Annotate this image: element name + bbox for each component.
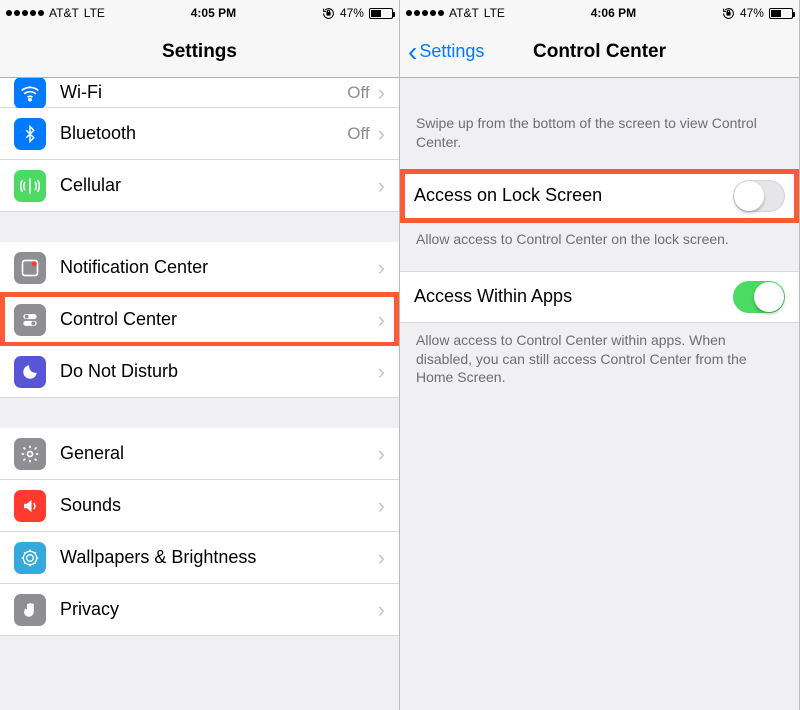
row-control-center[interactable]: Control Center › <box>0 294 399 346</box>
row-label: Bluetooth <box>60 123 347 144</box>
hand-icon <box>14 594 46 626</box>
battery-percent-label: 47% <box>740 6 764 20</box>
toggle-access-within-apps[interactable] <box>733 281 785 313</box>
row-bluetooth[interactable]: Bluetooth Off › <box>0 108 399 160</box>
apps-footer-text: Allow access to Control Center within ap… <box>400 323 799 396</box>
status-bar: AT&T LTE 4:06 PM 47% <box>400 0 799 26</box>
control-center-settings: Swipe up from the bottom of the screen t… <box>400 78 799 710</box>
clock-label: 4:06 PM <box>591 6 636 20</box>
back-label: Settings <box>419 41 484 62</box>
row-label: Control Center <box>60 309 378 330</box>
nav-bar: ‹ Settings Control Center <box>400 26 799 78</box>
row-label: Access on Lock Screen <box>414 185 733 206</box>
row-label: Wallpapers & Brightness <box>60 547 378 568</box>
battery-percent-label: 47% <box>340 6 364 20</box>
chevron-right-icon: › <box>378 597 385 623</box>
network-label: LTE <box>84 6 105 20</box>
row-general[interactable]: General › <box>0 428 399 480</box>
chevron-right-icon: › <box>378 441 385 467</box>
battery-icon <box>369 8 393 19</box>
row-sounds[interactable]: Sounds › <box>0 480 399 532</box>
chevron-right-icon: › <box>378 493 385 519</box>
row-label: Cellular <box>60 175 378 196</box>
row-value: Off <box>347 83 369 103</box>
control-center-screen: AT&T LTE 4:06 PM 47% ‹ Settings Control … <box>400 0 800 710</box>
carrier-label: AT&T <box>49 6 79 20</box>
row-do-not-disturb[interactable]: Do Not Disturb › <box>0 346 399 398</box>
chevron-right-icon: › <box>378 545 385 571</box>
brightness-icon <box>14 542 46 574</box>
row-label: Do Not Disturb <box>60 361 378 382</box>
chevron-left-icon: ‹ <box>408 38 417 66</box>
bluetooth-icon <box>14 118 46 150</box>
cellular-icon <box>14 170 46 202</box>
signal-strength-icon <box>6 10 44 16</box>
row-access-lock-screen[interactable]: Access on Lock Screen <box>400 170 799 222</box>
back-button[interactable]: ‹ Settings <box>408 38 484 66</box>
battery-icon <box>769 8 793 19</box>
orientation-lock-icon <box>722 7 735 20</box>
notification-center-icon <box>14 252 46 284</box>
page-title: Settings <box>162 41 237 63</box>
row-value: Off <box>347 124 369 144</box>
row-label: Wi-Fi <box>60 82 347 103</box>
row-label: General <box>60 443 378 464</box>
row-label: Access Within Apps <box>414 286 733 307</box>
wifi-icon <box>14 78 46 109</box>
row-wallpapers-brightness[interactable]: Wallpapers & Brightness › <box>0 532 399 584</box>
row-label: Sounds <box>60 495 378 516</box>
carrier-label: AT&T <box>449 6 479 20</box>
control-center-icon <box>14 304 46 336</box>
network-label: LTE <box>484 6 505 20</box>
gear-icon <box>14 438 46 470</box>
chevron-right-icon: › <box>378 121 385 147</box>
signal-strength-icon <box>406 10 444 16</box>
row-label: Privacy <box>60 599 378 620</box>
toggle-access-lock-screen[interactable] <box>733 180 785 212</box>
intro-text: Swipe up from the bottom of the screen t… <box>400 78 799 170</box>
chevron-right-icon: › <box>378 80 385 106</box>
row-privacy[interactable]: Privacy › <box>0 584 399 636</box>
status-bar: AT&T LTE 4:05 PM 47% <box>0 0 399 26</box>
chevron-right-icon: › <box>378 173 385 199</box>
settings-screen: AT&T LTE 4:05 PM 47% Settings Wi-Fi Off … <box>0 0 400 710</box>
speaker-icon <box>14 490 46 522</box>
row-notification-center[interactable]: Notification Center › <box>0 242 399 294</box>
chevron-right-icon: › <box>378 255 385 281</box>
row-cellular[interactable]: Cellular › <box>0 160 399 212</box>
orientation-lock-icon <box>322 7 335 20</box>
clock-label: 4:05 PM <box>191 6 236 20</box>
page-title: Control Center <box>533 41 666 63</box>
row-wifi[interactable]: Wi-Fi Off › <box>0 78 399 108</box>
chevron-right-icon: › <box>378 307 385 333</box>
row-label: Notification Center <box>60 257 378 278</box>
settings-list: Wi-Fi Off › Bluetooth Off › Cellular › N… <box>0 78 399 710</box>
lock-footer-text: Allow access to Control Center on the lo… <box>400 222 799 257</box>
row-access-within-apps[interactable]: Access Within Apps <box>400 271 799 323</box>
nav-bar: Settings <box>0 26 399 78</box>
chevron-right-icon: › <box>378 359 385 385</box>
moon-icon <box>14 356 46 388</box>
